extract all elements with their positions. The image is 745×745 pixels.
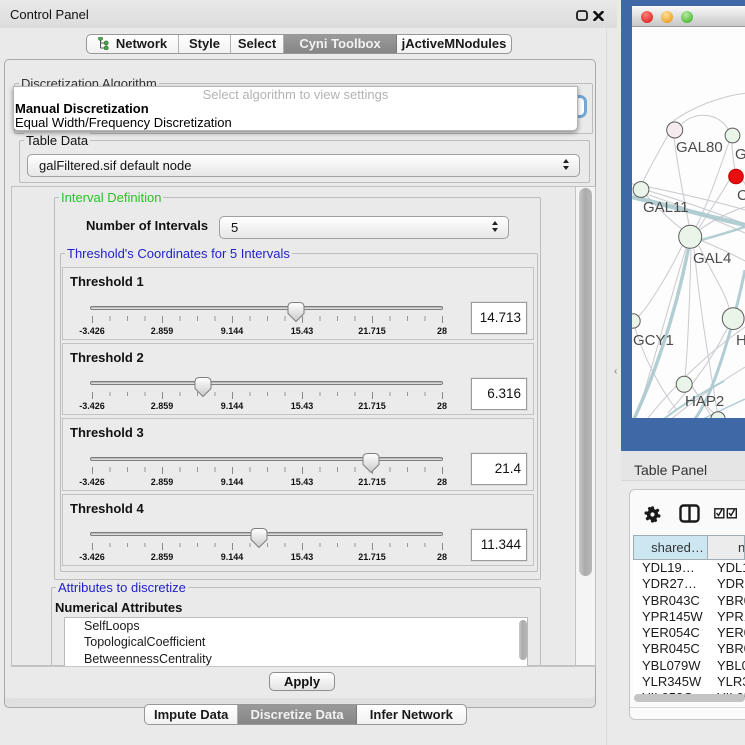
svg-text:GAL80: GAL80 [676,139,723,156]
svg-text:GCY1: GCY1 [633,332,674,349]
svg-text:HAP2: HAP2 [685,393,724,410]
svg-text:GAL11: GAL11 [643,199,689,216]
svg-text:GA: GA [735,146,745,163]
svg-text:HA: HA [736,332,745,349]
svg-text:GAL4: GAL4 [693,250,731,267]
svg-text:CD: CD [737,187,745,204]
